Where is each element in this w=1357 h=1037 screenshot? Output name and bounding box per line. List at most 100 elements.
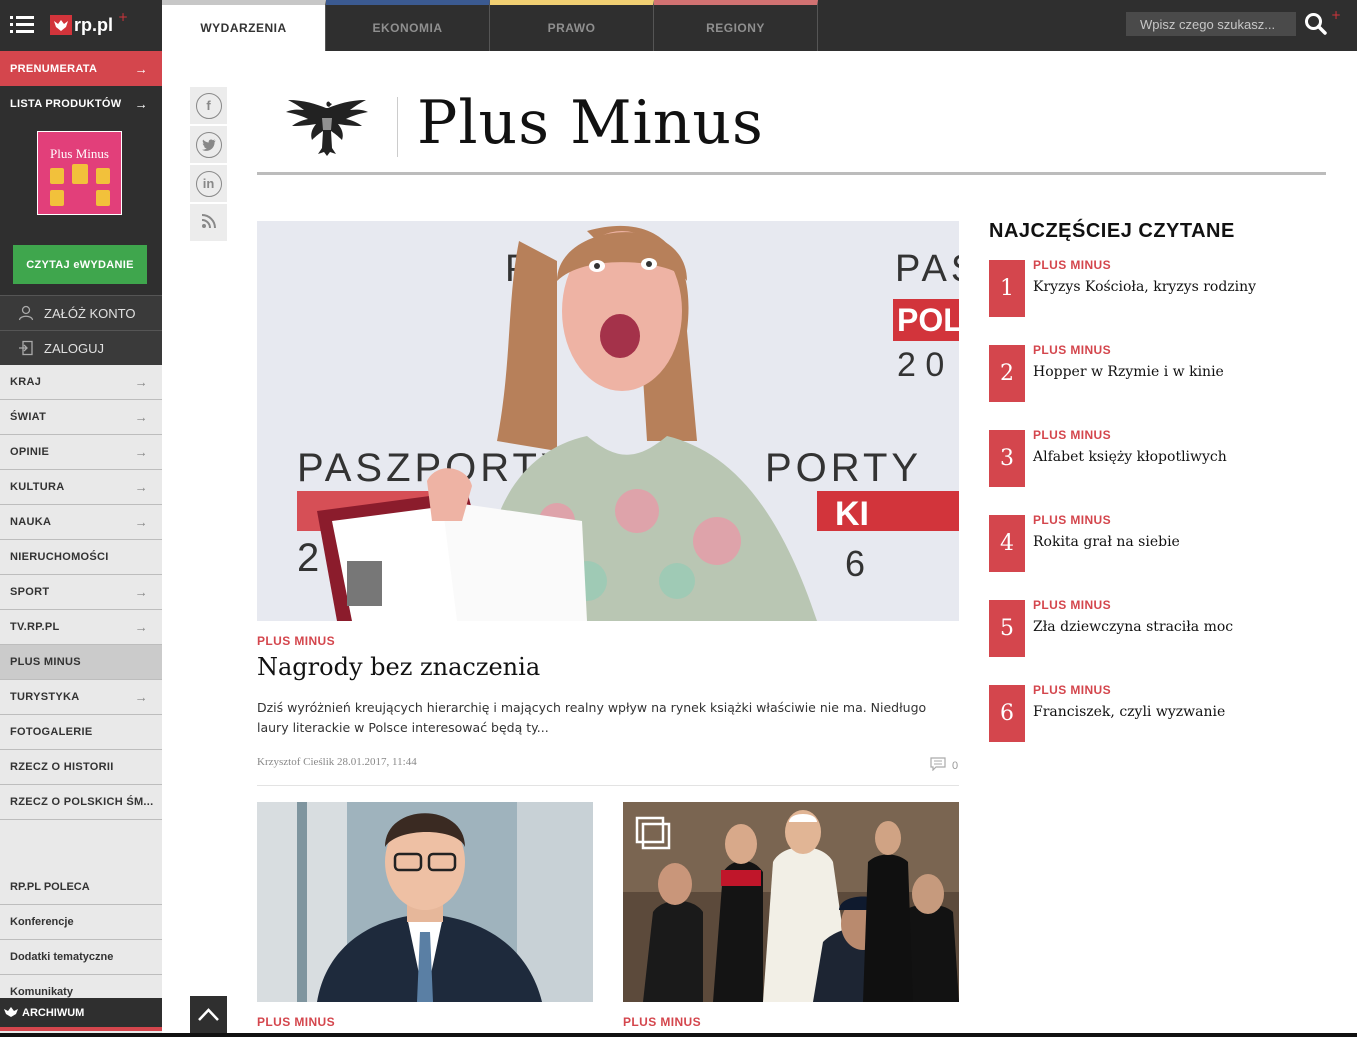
sidebar-item-label: SPORT [10, 586, 50, 598]
arrow-right-icon: → [134, 584, 148, 600]
prenumerata-link[interactable]: PRENUMERATA → [0, 51, 162, 86]
zaloguj-link[interactable]: ZALOGUJ [0, 330, 162, 365]
divider [257, 785, 959, 786]
prenumerata-label: PRENUMERATA [10, 62, 98, 75]
sidebar: PRENUMERATA → LISTA PRODUKTÓW → Plus Min… [0, 51, 162, 1037]
rank-number: 4 [989, 515, 1025, 572]
sidebar-item-label: FOTOGALERIE [10, 726, 93, 738]
rss-button[interactable] [190, 204, 227, 241]
arrow-right-icon: → [134, 409, 148, 425]
magazine-cover-image[interactable]: Plus Minus [37, 131, 122, 215]
page-title: Plus Minus [417, 88, 764, 158]
tab-label: WYDARZENIA [200, 21, 287, 35]
share-twitter-button[interactable] [190, 126, 227, 163]
zaloz-konto-link[interactable]: ZAŁÓŻ KONTO [0, 295, 162, 330]
rank-number: 3 [989, 430, 1025, 487]
sidebar-item-fotogalerie[interactable]: FOTOGALERIE [0, 715, 162, 750]
most-read-title[interactable]: Hopper w Rzymie i w kinie [1033, 364, 1224, 380]
hero-article-lead: Dziś wyróżnień kreujących hierarchię i m… [257, 700, 927, 735]
menu-icon[interactable] [10, 14, 36, 34]
card-category-label[interactable]: PLUS MINUS [623, 1015, 701, 1029]
lista-produktow-link[interactable]: LISTA PRODUKTÓW → [0, 86, 162, 121]
most-read-item[interactable]: 3 PLUS MINUS Alfabet księży kłopotliwych [989, 428, 1329, 487]
most-read-category[interactable]: PLUS MINUS [1033, 598, 1111, 612]
sidebar-item-label: NIERUCHOMOŚCI [10, 551, 109, 563]
user-icon [18, 305, 34, 321]
czytaj-ewydanie-button[interactable]: CZYTAJ eWYDANIE [13, 245, 147, 284]
most-read-category[interactable]: PLUS MINUS [1033, 428, 1111, 442]
most-read-item[interactable]: 6 PLUS MINUS Franciszek, czyli wyzwanie [989, 683, 1329, 742]
header-divider [397, 97, 398, 157]
sidebar-item-kraj[interactable]: KRAJ → [0, 365, 162, 400]
eagle-icon [4, 1007, 18, 1020]
arrow-right-icon: → [134, 514, 148, 530]
share-linkedin-button[interactable]: in [190, 165, 227, 202]
sidebar-item-swiat[interactable]: ŚWIAT → [0, 400, 162, 435]
sidebar-item-plus-minus[interactable]: PLUS MINUS [0, 645, 162, 680]
most-read-title[interactable]: Zła dziewczyna straciła moc [1033, 619, 1233, 635]
zaloz-konto-label: ZAŁÓŻ KONTO [44, 305, 136, 321]
share-facebook-button[interactable]: f [190, 87, 227, 124]
arrow-right-icon: → [134, 619, 148, 635]
most-read-item[interactable]: 2 PLUS MINUS Hopper w Rzymie i w kinie [989, 343, 1329, 402]
most-read-title[interactable]: Kryzys Kościoła, kryzys rodziny [1033, 279, 1256, 295]
rp-poleca-heading: RP.PL POLECA [0, 870, 162, 905]
most-read-item[interactable]: 5 PLUS MINUS Zła dziewczyna straciła moc [989, 598, 1329, 657]
logo-text: rp.pl [74, 14, 113, 35]
tab-wydarzenia[interactable]: WYDARZENIA [162, 0, 326, 51]
hero-article-title[interactable]: Nagrody bez znaczenia [257, 653, 540, 681]
tab-ekonomia[interactable]: EKONOMIA [326, 0, 490, 51]
ewydanie-promo: Plus Minus CZYTAJ eWYDANIE [0, 121, 162, 295]
sidebar-item-rzecz-o-polskich[interactable]: RZECZ O POLSKICH ŚM... [0, 785, 162, 820]
cover-photo [50, 190, 64, 206]
hero-category-label[interactable]: PLUS MINUS [257, 634, 335, 648]
most-read-item[interactable]: 4 PLUS MINUS Rokita grał na siebie [989, 513, 1329, 572]
sidebar-link-dodatki[interactable]: Dodatki tematyczne [0, 940, 162, 975]
sidebar-item-rzecz-o-historii[interactable]: RZECZ O HISTORII [0, 750, 162, 785]
hero-image[interactable]: PASZPORTY 2 PORTY KI 6 PASZ POL 2 0 P [257, 221, 959, 621]
sidebar-item-nauka[interactable]: NAUKA → [0, 505, 162, 540]
sidebar-link-konferencje[interactable]: Konferencje [0, 905, 162, 940]
most-read-title[interactable]: Franciszek, czyli wyzwanie [1033, 704, 1225, 720]
site-logo[interactable]: rp.pl + [50, 10, 128, 38]
most-read-item[interactable]: 1 PLUS MINUS Kryzys Kościoła, kryzys rod… [989, 258, 1329, 317]
tab-label: EKONOMIA [372, 21, 443, 35]
sidebar-item-nieruchomosci[interactable]: NIERUCHOMOŚCI [0, 540, 162, 575]
most-read-category[interactable]: PLUS MINUS [1033, 683, 1111, 697]
sidebar-item-tv[interactable]: TV.RP.PL → [0, 610, 162, 645]
arrow-right-icon: → [134, 374, 148, 390]
most-read-title[interactable]: Rokita grał na siebie [1033, 534, 1180, 550]
backdrop-text: KI [835, 495, 869, 533]
tab-regiony[interactable]: REGIONY [654, 0, 818, 51]
most-read-title[interactable]: Alfabet księży kłopotliwych [1033, 449, 1227, 465]
twitter-icon [195, 131, 222, 158]
sidebar-item-label: TURYSTYKA [10, 691, 80, 703]
rank-number: 6 [989, 685, 1025, 742]
sidebar-item-label: KRAJ [10, 376, 42, 388]
most-read-category[interactable]: PLUS MINUS [1033, 343, 1111, 357]
most-read-heading: NAJCZĘŚCIEJ CZYTANE [989, 220, 1235, 242]
card-category-label[interactable]: PLUS MINUS [257, 1015, 335, 1029]
cover-photo [50, 168, 64, 184]
archiwum-label: ARCHIWUM [22, 1006, 85, 1019]
sidebar-item-turystyka[interactable]: TURYSTYKA → [0, 680, 162, 715]
tab-prawo[interactable]: PRAWO [490, 0, 654, 51]
most-read-category[interactable]: PLUS MINUS [1033, 258, 1111, 272]
tab-label: REGIONY [706, 21, 765, 35]
article-card-image[interactable] [623, 802, 959, 1002]
archiwum-link[interactable]: ARCHIWUM [0, 998, 162, 1031]
eagle-logo-icon [50, 15, 72, 35]
cover-photo [96, 190, 110, 206]
search-input[interactable] [1126, 12, 1296, 36]
svg-text:PASZ: PASZ [895, 248, 959, 290]
sidebar-item-sport[interactable]: SPORT → [0, 575, 162, 610]
sidebar-item-opinie[interactable]: OPINIE → [0, 435, 162, 470]
cover-title: Plus Minus [50, 146, 109, 161]
sidebar-item-label: RZECZ O POLSKICH ŚM... [10, 796, 154, 808]
sidebar-item-kultura[interactable]: KULTURA → [0, 470, 162, 505]
search-icon[interactable] [1303, 11, 1329, 37]
most-read-category[interactable]: PLUS MINUS [1033, 513, 1111, 527]
scroll-to-top-button[interactable] [190, 996, 227, 1033]
comments-link[interactable]: 0 [930, 757, 958, 774]
article-card-image[interactable] [257, 802, 593, 1002]
